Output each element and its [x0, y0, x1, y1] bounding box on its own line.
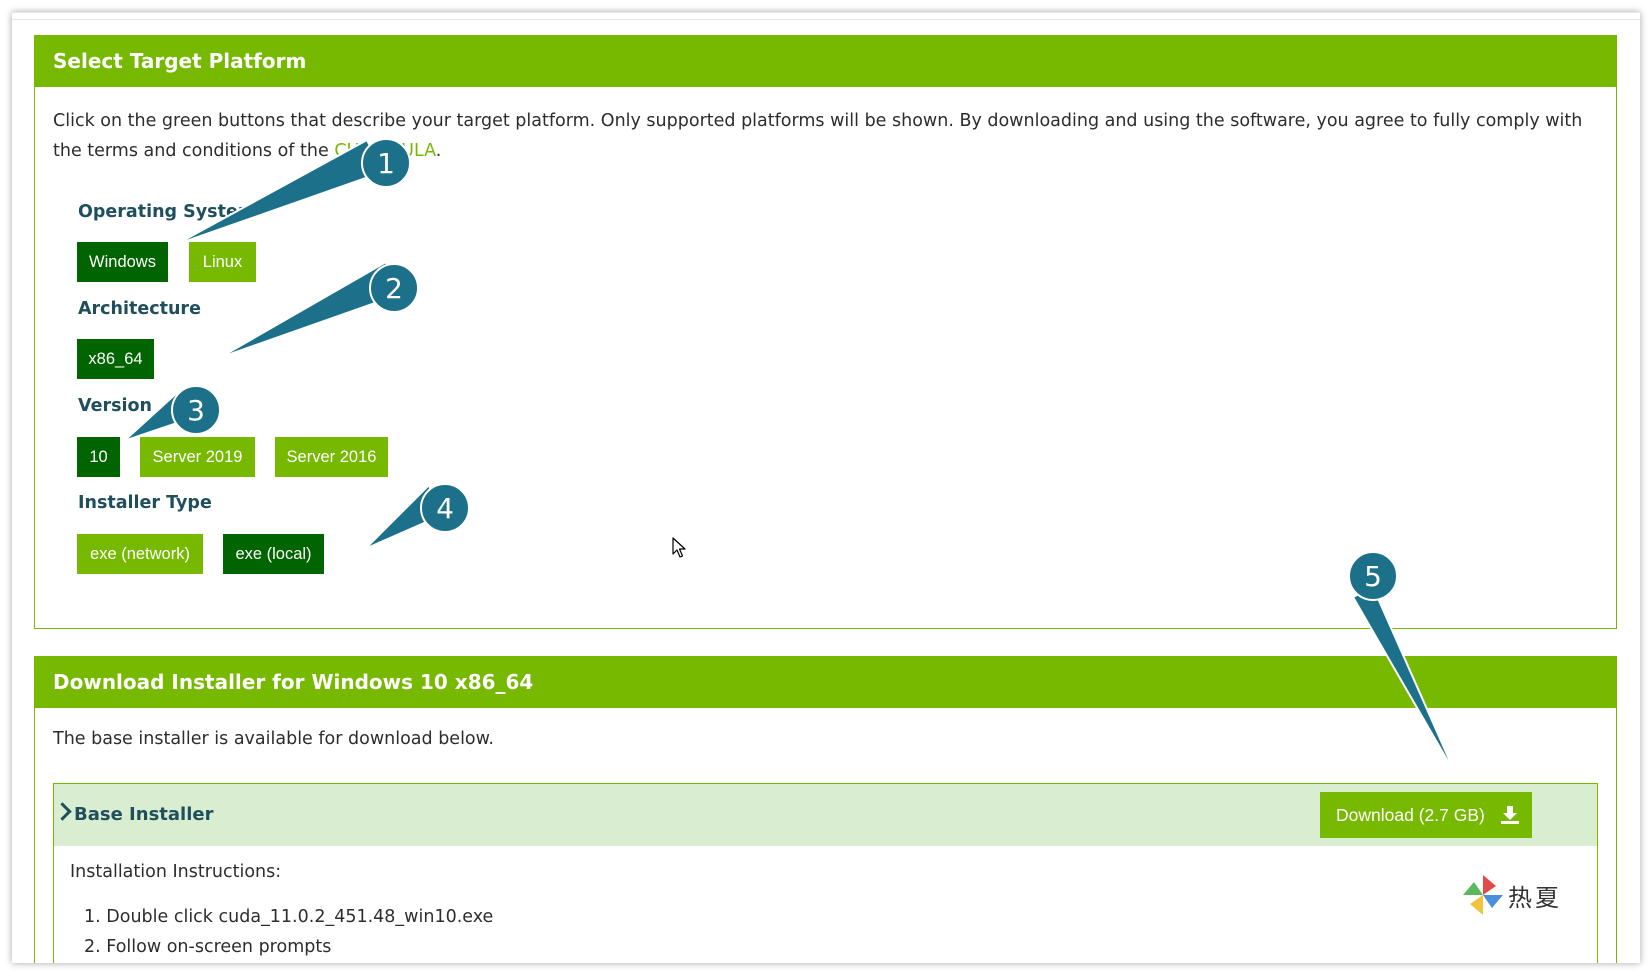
chevron-right-icon — [53, 802, 72, 821]
cuda-eula-link[interactable]: CUDA EULA — [334, 141, 435, 161]
select-platform-title: Select Target Platform — [35, 36, 1616, 87]
download-panel: Download Installer for Windows 10 x86_64… — [34, 656, 1617, 963]
base-installer-section: Base Installer Download (2.7 GB) Install… — [53, 783, 1598, 963]
installer-type-label: Installer Type — [78, 493, 212, 513]
installation-instructions-title: Installation Instructions: — [70, 862, 282, 882]
installation-step: 1. Double click cuda_11.0.2_451.48_win10… — [84, 907, 494, 927]
select-platform-panel: Select Target Platform Click on the gree… — [34, 35, 1617, 629]
base-installer-header[interactable]: Base Installer Download (2.7 GB) — [53, 784, 1597, 846]
os-label: Operating System — [78, 202, 257, 222]
browser-page: Select Target Platform Click on the gree… — [12, 12, 1640, 963]
installer-exe-network-button[interactable]: exe (network) — [77, 534, 203, 574]
installer-exe-local-button[interactable]: exe (local) — [223, 534, 324, 574]
mouse-cursor-icon — [672, 537, 686, 558]
intro-text: Click on the green buttons that describe… — [53, 111, 1583, 161]
intro-end: . — [435, 141, 442, 161]
os-linux-button[interactable]: Linux — [189, 242, 256, 282]
version-label: Version — [78, 396, 152, 416]
pinwheel-logo-icon — [1463, 875, 1503, 915]
base-installer-title: Base Installer — [74, 804, 214, 825]
watermark: 热夏 — [1460, 872, 1650, 932]
platform-intro-text: Click on the green buttons that describe… — [53, 106, 1598, 166]
architecture-label: Architecture — [78, 299, 201, 319]
version-10-button[interactable]: 10 — [77, 437, 120, 477]
arch-x86-64-button[interactable]: x86_64 — [77, 339, 154, 379]
download-button[interactable]: Download (2.7 GB) — [1320, 792, 1532, 838]
page-top-divider — [12, 19, 1640, 20]
watermark-text: 热夏 — [1508, 884, 1562, 912]
version-server-2019-button[interactable]: Server 2019 — [140, 437, 255, 477]
download-panel-title: Download Installer for Windows 10 x86_64 — [35, 657, 1616, 708]
installation-steps: 1. Double click cuda_11.0.2_451.48_win10… — [84, 902, 493, 962]
download-icon — [1501, 806, 1519, 824]
installation-step: 2. Follow on-screen prompts — [84, 937, 332, 957]
download-description: The base installer is available for down… — [53, 729, 494, 749]
version-server-2016-button[interactable]: Server 2016 — [275, 437, 388, 477]
download-button-label: Download (2.7 GB) — [1336, 805, 1485, 825]
os-windows-button[interactable]: Windows — [77, 242, 168, 282]
